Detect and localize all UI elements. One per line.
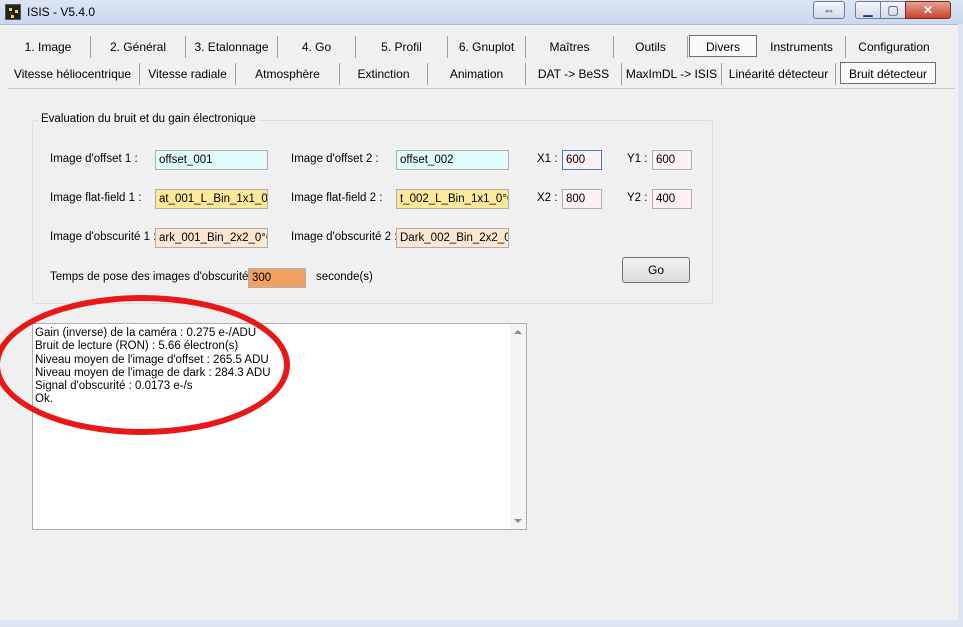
x1-label: X1 : — [537, 153, 558, 165]
x2-label: X2 : — [537, 192, 558, 204]
tab-vitesse-heliocentrique[interactable]: Vitesse héliocentrique — [6, 63, 140, 85]
flat1-label: Image flat-field 1 : — [50, 192, 142, 204]
tab-extinction[interactable]: Extinction — [340, 63, 428, 85]
go-button[interactable]: Go — [622, 257, 690, 283]
tab-divers[interactable]: Divers — [689, 35, 757, 57]
x2-input[interactable]: 800 — [562, 189, 602, 209]
y1-input[interactable]: 600 — [652, 150, 692, 170]
tab-profil[interactable]: 5. Profil — [356, 36, 448, 58]
tab-animation[interactable]: Animation — [428, 63, 526, 85]
exposure-input[interactable]: 300 — [248, 268, 306, 288]
tab-gnuplot[interactable]: 6. Gnuplot — [448, 36, 526, 58]
result-line: Ok. — [35, 393, 53, 406]
tab-go[interactable]: 4. Go — [278, 36, 356, 58]
exposure-unit: seconde(s) — [316, 271, 373, 283]
window-frame-bottom — [0, 620, 963, 627]
flat2-input[interactable]: t_002_L_Bin_1x1_0°C — [396, 189, 509, 209]
tab-maitres[interactable]: Maîtres — [526, 36, 614, 58]
flat1-input[interactable]: at_001_L_Bin_1x1_0° — [155, 189, 268, 209]
tab-etalonnage[interactable]: 3. Etalonnage — [186, 36, 278, 58]
tab-instruments[interactable]: Instruments — [758, 36, 846, 58]
tab-linearite-detecteur[interactable]: Linéarité détecteur — [722, 63, 836, 85]
title-bar: ISIS - V5.4.0 ⇔ ▁ ▢ ✕ — [0, 0, 963, 25]
tab-general[interactable]: 2. Général — [91, 36, 186, 58]
tab-configuration[interactable]: Configuration — [846, 36, 942, 58]
isis-app-icon — [5, 4, 21, 20]
result-line: Signal d'obscurité : 0.0173 e-/s — [35, 380, 193, 393]
tab-dat-bess[interactable]: DAT -> BeSS — [526, 63, 622, 85]
dark1-label: Image d'obscurité 1 : — [50, 231, 157, 243]
offset2-input[interactable]: offset_002 — [396, 150, 509, 170]
result-line: Gain (inverse) de la caméra : 0.275 e-/A… — [35, 327, 257, 339]
y2-label: Y2 : — [627, 192, 648, 204]
result-line: Bruit de lecture (RON) : 5.66 électron(s… — [35, 340, 239, 353]
y2-input[interactable]: 400 — [652, 189, 692, 209]
tab-image[interactable]: 1. Image — [6, 36, 91, 58]
result-line: Niveau moyen de l'image d'offset : 265.5… — [35, 353, 269, 366]
tab-vitesse-radiale[interactable]: Vitesse radiale — [140, 63, 236, 85]
dark2-label: Image d'obscurité 2 : — [291, 231, 398, 243]
tab-atmosphere[interactable]: Atmosphère — [236, 63, 340, 85]
offset1-label: Image d'offset 1 : — [50, 153, 138, 165]
results-textbox[interactable]: Gain (inverse) de la caméra : 0.275 e-/A… — [32, 323, 527, 530]
result-line: Niveau moyen de l'image de dark : 284.3 … — [35, 366, 271, 379]
flat2-label: Image flat-field 2 : — [291, 192, 383, 204]
close-icon[interactable]: ✕ — [905, 1, 951, 19]
tab-outils[interactable]: Outils — [614, 36, 688, 58]
results-text: Gain (inverse) de la caméra : 0.275 e-/A… — [35, 327, 271, 407]
window-title: ISIS - V5.4.0 — [27, 5, 96, 19]
offset2-label: Image d'offset 2 : — [291, 153, 379, 165]
dark2-input[interactable]: Dark_002_Bin_2x2_0° — [396, 228, 509, 248]
scroll-down-icon[interactable] — [514, 519, 522, 523]
tab-divider — [8, 88, 955, 89]
tab-maximdl-isis[interactable]: MaxImDL -> ISIS — [622, 63, 722, 85]
window-frame-right — [958, 24, 963, 627]
tab-bruit-detecteur[interactable]: Bruit détecteur — [840, 62, 936, 84]
dark1-input[interactable]: ark_001_Bin_2x2_0°C — [155, 228, 268, 248]
double-arrow-icon[interactable]: ⇔ — [813, 1, 845, 19]
minimize-icon[interactable]: ▁ — [855, 1, 881, 19]
x1-input[interactable]: 600 — [562, 150, 602, 170]
group-title: Evaluation du bruit et du gain électroni… — [38, 113, 259, 125]
exposure-label: Temps de pose des images d'obscurité : — [50, 271, 255, 283]
vertical-scrollbar[interactable] — [510, 324, 526, 529]
scroll-up-icon[interactable] — [514, 330, 522, 334]
offset1-input[interactable]: offset_001 — [155, 150, 268, 170]
y1-label: Y1 : — [627, 153, 648, 165]
maximize-icon[interactable]: ▢ — [880, 1, 906, 19]
